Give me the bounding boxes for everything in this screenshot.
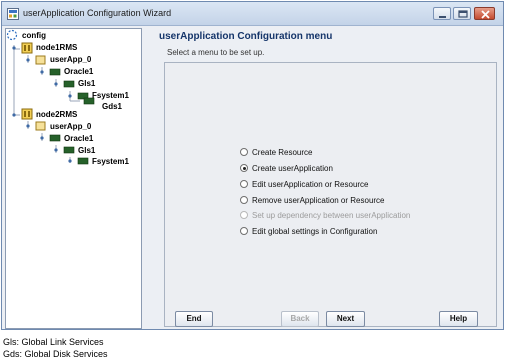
next-button[interactable]: Next [326,311,365,327]
radio-button-selected[interactable] [240,164,248,172]
radio-button[interactable] [240,227,248,235]
rms-node-icon [21,42,33,120]
radio-button[interactable] [240,180,248,188]
maximize-icon [458,10,468,18]
minimize-icon [439,16,446,18]
legend-gds: Gds: Global Disk Services [3,349,108,359]
radio-button[interactable] [240,148,248,156]
menu-pane: userApplication Configuration menu Selec… [150,26,504,330]
back-button: Back [281,311,319,327]
title-bar[interactable]: userApplication Configuration Wizard [2,2,503,26]
configuration-tree[interactable]: config node1RMS userApp_0 Oracle1 Gls1 F… [5,28,142,329]
wizard-window: userApplication Configuration Wizard con… [1,1,504,330]
config-icon [6,29,18,41]
maximize-button[interactable] [453,7,471,20]
radio-button-disabled [240,211,248,219]
window-title: userApplication Configuration Wizard [23,8,172,18]
menu-title: userApplication Configuration menu [159,31,333,42]
menu-instructions: Select a menu to be set up. [167,48,265,57]
radio-button[interactable] [240,196,248,204]
menu-options-panel: Create Resource Create userApplication E… [164,62,497,327]
wizard-app-icon [7,8,19,20]
minimize-button[interactable] [433,7,451,20]
close-button[interactable] [474,7,495,20]
help-button[interactable]: Help [439,311,478,327]
close-icon [481,10,490,19]
legend-gls: Gls: Global Link Services [3,337,104,347]
wizard-button-bar: End Back Next Help [150,307,505,329]
end-button[interactable]: End [175,311,213,327]
